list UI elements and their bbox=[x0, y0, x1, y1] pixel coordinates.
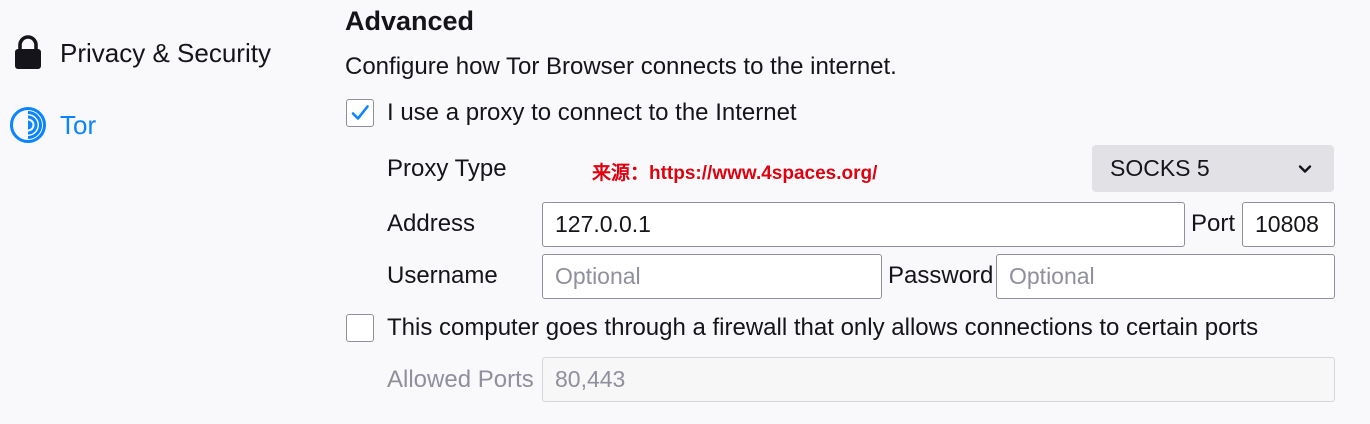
username-input[interactable] bbox=[542, 254, 882, 299]
address-label: Address bbox=[387, 210, 476, 237]
allowed-ports-input[interactable] bbox=[542, 357, 1335, 402]
use-proxy-label[interactable]: I use a proxy to connect to the Internet bbox=[387, 99, 797, 127]
chevron-down-icon bbox=[1298, 164, 1312, 173]
proxy-type-label: Proxy Type bbox=[387, 155, 507, 182]
proxy-type-select[interactable]: SOCKS 5 bbox=[1092, 145, 1334, 192]
watermark-text: 来源：https://www.4spaces.org/ bbox=[592, 163, 878, 184]
use-proxy-checkbox[interactable] bbox=[346, 99, 374, 127]
allowed-ports-label: Allowed Ports bbox=[387, 366, 534, 393]
section-title: Advanced bbox=[345, 6, 475, 36]
firewall-checkbox[interactable] bbox=[346, 314, 374, 342]
port-label: Port bbox=[1191, 210, 1236, 237]
password-label: Password bbox=[888, 262, 994, 289]
firewall-label[interactable]: This computer goes through a firewall th… bbox=[387, 314, 1258, 342]
tor-onion-icon bbox=[10, 107, 46, 143]
username-label: Username bbox=[387, 262, 498, 289]
lock-icon bbox=[10, 35, 46, 71]
section-description: Configure how Tor Browser connects to th… bbox=[345, 53, 897, 80]
sidebar-item-privacy-security[interactable]: Privacy & Security bbox=[10, 31, 271, 75]
sidebar-item-label: Tor bbox=[60, 109, 97, 140]
password-input[interactable] bbox=[996, 254, 1335, 299]
address-input[interactable] bbox=[542, 202, 1185, 247]
sidebar-item-tor[interactable]: Tor bbox=[10, 103, 96, 147]
checkmark-icon bbox=[351, 105, 369, 120]
proxy-type-value: SOCKS 5 bbox=[1110, 155, 1210, 181]
sidebar-item-label: Privacy & Security bbox=[60, 37, 271, 68]
port-input[interactable] bbox=[1242, 202, 1335, 247]
